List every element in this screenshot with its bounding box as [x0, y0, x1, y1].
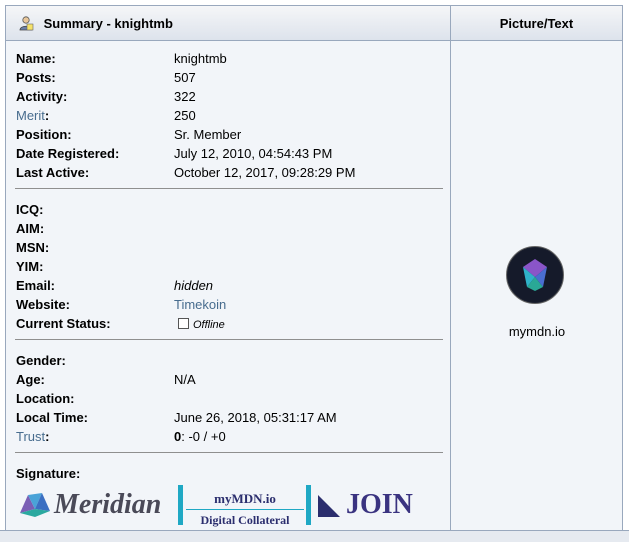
trust-colon: : — [45, 429, 50, 444]
bottom-strip — [0, 530, 629, 542]
aim-label: AIM: — [16, 221, 45, 236]
join-text: JOIN — [346, 489, 413, 520]
activity-label: Activity: — [16, 89, 68, 104]
posts-value: 507 — [174, 70, 196, 85]
summary-title: Summary - knightmb — [43, 16, 173, 31]
msn-label: MSN: — [16, 240, 50, 255]
date-registered-value: July 12, 2010, 04:54:43 PM — [174, 146, 333, 161]
age-value: N/A — [174, 372, 196, 387]
merit-value: 250 — [174, 108, 196, 123]
trust-detail: : -0 / +0 — [181, 429, 226, 444]
signature-bar — [178, 485, 183, 525]
name-label: Name: — [16, 51, 56, 66]
digital-collateral-text: Digital Collateral — [200, 513, 290, 527]
signature-bar — [306, 485, 311, 525]
position-label: Position: — [16, 127, 72, 142]
divider — [15, 452, 443, 453]
gender-label: Gender: — [16, 353, 66, 368]
yim-label: YIM: — [16, 259, 44, 274]
trust-value: 0: -0 / +0 — [174, 427, 226, 446]
picture-text-header: Picture/Text — [450, 6, 622, 41]
summary-header: Summary - knightmb — [6, 6, 450, 41]
meridian-text: Meridian — [54, 489, 162, 520]
mymdn-logo-icon — [508, 248, 562, 302]
avatar-caption: mymdn.io — [508, 324, 566, 339]
email-label: Email: — [16, 278, 56, 293]
signature-line — [186, 509, 304, 510]
website-label: Website: — [16, 297, 70, 312]
meridian-logo-icon — [18, 491, 52, 522]
profile-panel: Summary - knightmb Picture/Text Name: kn… — [5, 5, 623, 541]
location-label: Location: — [16, 391, 75, 406]
age-label: Age: — [16, 372, 45, 387]
email-value: hidden — [174, 278, 214, 293]
local-time-value: June 26, 2018, 05:31:17 AM — [174, 410, 337, 425]
trust-link[interactable]: Trust — [16, 429, 45, 444]
profile-details: Name: knightmb Posts: 507 Activity: 322 … — [6, 41, 450, 541]
local-time-label: Local Time: — [16, 410, 89, 425]
offline-icon — [178, 318, 189, 329]
last-active-label: Last Active: — [16, 165, 90, 180]
avatar — [506, 246, 564, 304]
user-icon — [18, 9, 34, 31]
icq-label: ICQ: — [16, 202, 44, 217]
website-link[interactable]: Timekoin — [174, 295, 226, 314]
last-active-value: October 12, 2017, 09:28:29 PM — [174, 165, 356, 180]
posts-label: Posts: — [16, 70, 56, 85]
divider — [15, 188, 443, 189]
triangle-icon — [316, 493, 342, 522]
name-value: knightmb — [174, 51, 227, 66]
date-registered-label: Date Registered: — [16, 146, 120, 161]
position-value: Sr. Member — [174, 127, 242, 142]
status-label: Current Status: — [16, 316, 111, 331]
divider — [15, 339, 443, 340]
offline-text: Offline — [193, 319, 225, 331]
merit-colon: : — [44, 108, 50, 123]
signature-banner[interactable]: Meridian myMDN.io Digital Collateral JOI… — [16, 485, 436, 527]
status-value: Offline — [178, 314, 225, 335]
picture-text-pane: mymdn.io — [450, 41, 622, 541]
merit-link[interactable]: Merit — [16, 108, 45, 123]
mymdn-text: myMDN.io — [214, 491, 276, 506]
signature-label: Signature: — [16, 466, 81, 481]
activity-value: 322 — [174, 89, 196, 104]
